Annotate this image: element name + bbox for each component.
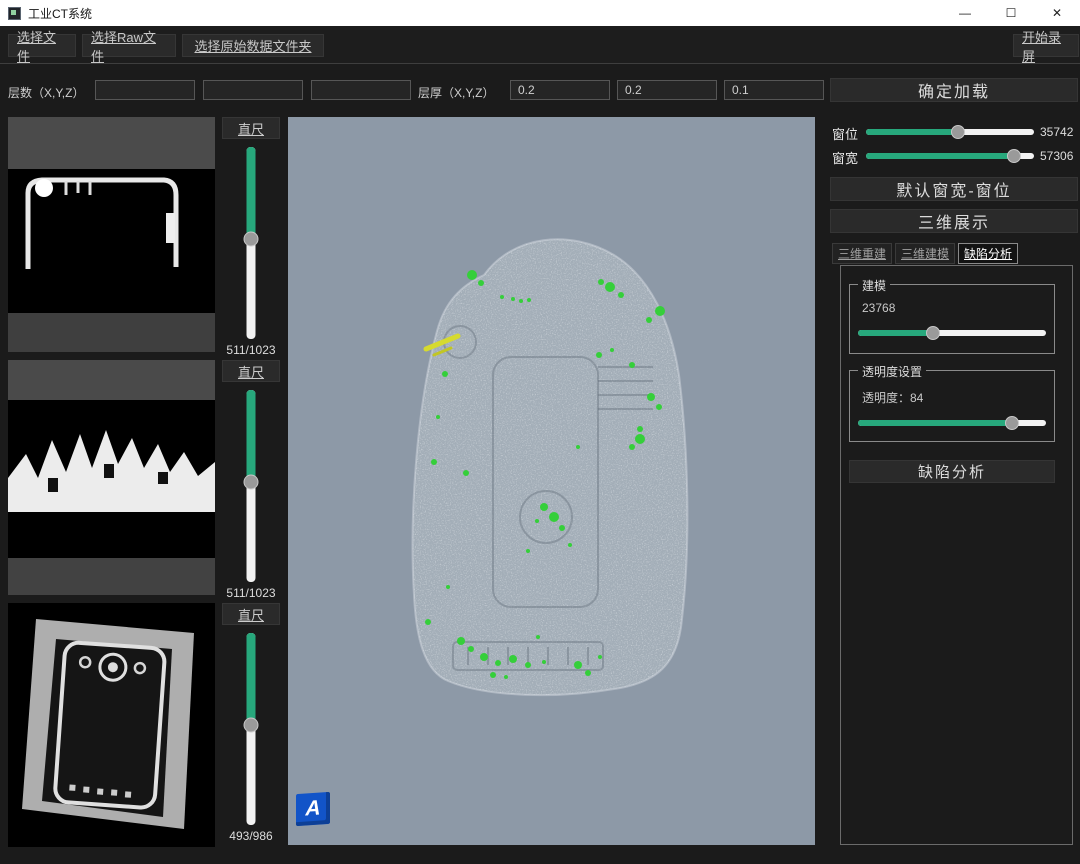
display-3d-button[interactable]: 三维展示	[830, 209, 1078, 233]
modeling-value: 23768	[862, 301, 895, 315]
slice-2-slider[interactable]	[243, 390, 259, 582]
slider-fill	[866, 129, 958, 135]
ct-slice-image-2	[8, 360, 215, 595]
window-title: 工业CT系统	[28, 5, 92, 22]
layers-z-input[interactable]	[311, 80, 411, 100]
tab-defect-analysis[interactable]: 缺陷分析	[958, 243, 1018, 264]
slider-handle[interactable]	[244, 232, 259, 247]
modeling-slider[interactable]	[858, 325, 1046, 340]
thickness-z-input[interactable]	[724, 80, 824, 100]
thickness-x-input[interactable]	[510, 80, 610, 100]
ct-slice-image-3	[8, 603, 215, 847]
analysis-tabs: 三维重建 三维建模 缺陷分析	[832, 243, 1018, 264]
slice-3-ruler: 直尺 493/986	[218, 603, 284, 853]
ct-slice-panel-3	[8, 603, 215, 847]
ct-slice-panel-2	[8, 360, 215, 595]
ruler-button-2[interactable]: 直尺	[222, 360, 280, 382]
layers-x-input[interactable]	[95, 80, 195, 100]
close-icon[interactable]: ✕	[1034, 0, 1080, 26]
window-width-label: 窗宽	[832, 148, 858, 167]
viewport-logo: A	[296, 792, 330, 826]
thickness-y-input[interactable]	[617, 80, 717, 100]
slider-fill	[858, 330, 933, 336]
select-file-button[interactable]: 选择文件	[8, 34, 76, 57]
minimize-icon[interactable]: —	[942, 0, 988, 26]
slider-fill	[247, 390, 256, 482]
transparency-group-title: 透明度设置	[858, 363, 926, 380]
confirm-load-button[interactable]: 确定加载	[830, 78, 1078, 102]
window-width-slider[interactable]	[866, 148, 1034, 163]
modeling-group-title: 建模	[858, 277, 890, 294]
ct-slice-panel-1	[8, 117, 215, 352]
window-width-value: 57306	[1040, 149, 1073, 163]
start-recording-button[interactable]: 开始录屏	[1013, 34, 1079, 57]
default-window-button[interactable]: 默认窗宽-窗位	[830, 177, 1078, 201]
slider-fill	[247, 147, 256, 239]
select-raw-file-button[interactable]: 选择Raw文件	[82, 34, 176, 57]
window-controls: — ☐ ✕	[942, 0, 1080, 26]
thickness-label: 层厚（X,Y,Z）	[418, 84, 494, 101]
tab-3d-modeling[interactable]: 三维建模	[895, 243, 955, 264]
slice-2-ruler: 直尺 511/1023	[218, 360, 284, 606]
ct-slice-image-1	[8, 117, 215, 352]
defect-analysis-button[interactable]: 缺陷分析	[849, 460, 1055, 483]
ruler-button-3[interactable]: 直尺	[222, 603, 280, 625]
select-data-folder-button[interactable]: 选择原始数据文件夹	[182, 34, 324, 57]
layers-y-input[interactable]	[203, 80, 303, 100]
slice-3-slider[interactable]	[243, 633, 259, 825]
slice-2-position: 511/1023	[226, 586, 275, 600]
transparency-value: 透明度：84	[862, 389, 923, 406]
window-level-value: 35742	[1040, 125, 1073, 139]
app-icon	[8, 7, 21, 20]
slice-1-ruler: 直尺 511/1023	[218, 117, 284, 363]
maximize-icon[interactable]: ☐	[988, 0, 1034, 26]
viewport-logo-letter: A	[305, 796, 320, 821]
transparency-group: 透明度设置 透明度：84	[849, 370, 1055, 442]
slider-handle[interactable]	[244, 718, 259, 733]
slider-fill	[866, 153, 1014, 159]
layers-label: 层数（X,Y,Z）	[8, 84, 84, 101]
slice-3-position: 493/986	[229, 829, 272, 843]
ruler-button-1[interactable]: 直尺	[222, 117, 280, 139]
3d-render	[288, 117, 815, 845]
slice-1-slider[interactable]	[243, 147, 259, 339]
tab-3d-reconstruction[interactable]: 三维重建	[832, 243, 892, 264]
slider-handle[interactable]	[926, 326, 940, 340]
toolbar: 选择文件 选择Raw文件 选择原始数据文件夹 开始录屏	[0, 26, 1080, 64]
title-bar: 工业CT系统 — ☐ ✕	[0, 0, 1080, 26]
main-window: 工业CT系统 — ☐ ✕ 选择文件 选择Raw文件 选择原始数据文件夹 开始录屏…	[0, 0, 1080, 864]
transparency-slider[interactable]	[858, 415, 1046, 430]
slice-1-position: 511/1023	[226, 343, 275, 357]
slider-handle[interactable]	[1005, 416, 1019, 430]
window-level-slider[interactable]	[866, 124, 1034, 139]
slider-handle[interactable]	[244, 475, 259, 490]
3d-viewport[interactable]: A	[288, 117, 815, 845]
slider-handle[interactable]	[951, 125, 965, 139]
window-level-label: 窗位	[832, 124, 858, 143]
slider-fill	[247, 633, 256, 725]
slider-fill	[858, 420, 1012, 426]
modeling-group: 建模 23768	[849, 284, 1055, 354]
slider-handle[interactable]	[1007, 149, 1021, 163]
